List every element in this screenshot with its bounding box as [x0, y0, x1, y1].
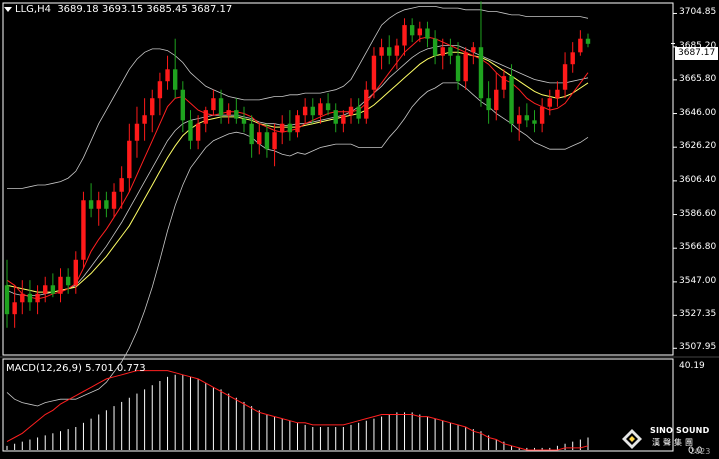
price-tick-label: 3527.35 [679, 309, 717, 320]
candle-body [50, 285, 56, 294]
price-tick-label: 3507.95 [679, 342, 717, 353]
candle-body [4, 285, 10, 315]
macd-label: MACD(12,26,9) 5.701 0.773 [6, 363, 146, 374]
candle-body [341, 115, 346, 124]
dropdown-triangle-icon[interactable] [4, 6, 12, 12]
candle-body [73, 259, 79, 286]
candle-body [218, 98, 224, 116]
candle [81, 191, 86, 269]
candle-body [35, 293, 40, 303]
chart-background [0, 0, 719, 459]
candle-body [157, 81, 163, 99]
candle-body [516, 115, 522, 124]
candle-body [264, 132, 270, 150]
ohlc-readout: 3689.18 3693.15 3685.45 3687.17 [57, 4, 233, 15]
price-tick-label: 3665.80 [679, 73, 717, 84]
candle-body [43, 285, 48, 294]
price-tick-label: 3646.00 [679, 107, 717, 118]
candle-body [142, 115, 147, 124]
candle-body [172, 69, 178, 90]
candle-body [211, 98, 216, 111]
candle-body [134, 123, 140, 141]
candle-body [478, 47, 484, 99]
candle-body [570, 52, 575, 65]
candle-body [226, 110, 231, 116]
macd-top-value: 40.19 [679, 361, 705, 371]
candle-body [58, 276, 63, 294]
candle-body [501, 76, 507, 90]
candle-body [165, 69, 170, 82]
candle-body [425, 28, 430, 39]
candle-body [486, 98, 491, 111]
candle-body [371, 55, 377, 90]
candle-body [203, 110, 208, 124]
candle-body [463, 52, 468, 82]
candle-body [88, 200, 94, 209]
price-tick-label: 3606.40 [679, 174, 717, 185]
candle-body [402, 25, 407, 46]
candle-body [494, 89, 499, 111]
logo-title: SINO SOUND [650, 426, 710, 435]
candle-body [379, 47, 384, 56]
price-tick-label: 3566.80 [679, 242, 717, 253]
candle-body [578, 38, 583, 53]
candle-body [302, 106, 308, 116]
date-axis-label: 2023 [690, 447, 711, 456]
candle-body [20, 293, 25, 303]
candle-body [364, 89, 369, 119]
candle-body [585, 38, 591, 44]
candle-body [111, 191, 117, 209]
candle-body [119, 178, 124, 192]
trading-chart[interactable] [0, 0, 719, 459]
candle-body [409, 25, 415, 36]
price-tick-label: 3626.20 [679, 141, 717, 152]
price-tick-label: 3704.85 [679, 7, 717, 18]
candle-body [287, 123, 293, 133]
candle-body [417, 28, 423, 36]
candle-body [318, 103, 323, 116]
candle-body [241, 118, 247, 124]
candle-body [547, 98, 552, 107]
candle-body [257, 132, 262, 145]
chart-header: LLG,H4 3689.18 3693.15 3685.45 3687.17 [4, 4, 232, 15]
candle-body [12, 302, 17, 315]
candle-body [555, 89, 560, 99]
candle-body [356, 106, 361, 119]
candle-body [188, 120, 193, 141]
candle-body [127, 140, 132, 179]
candle-body [394, 45, 400, 56]
candle-body [539, 106, 545, 124]
symbol-label: LLG,H4 [15, 4, 51, 15]
price-tick-label: 3547.00 [679, 275, 717, 286]
candle-body [280, 123, 285, 133]
candle-body [471, 47, 476, 53]
candle-body [562, 64, 568, 90]
candle-body [448, 47, 453, 56]
candle-body [150, 98, 155, 116]
candle-body [249, 123, 254, 145]
candle-body [195, 123, 201, 141]
current-price-box: 3687.17 [675, 47, 718, 60]
candle-body [348, 106, 354, 116]
candle-body [333, 110, 338, 124]
candle-body [234, 110, 239, 119]
candle-body [96, 200, 101, 209]
candle-body [295, 115, 300, 133]
candle-body [455, 55, 461, 82]
candle-body [310, 106, 315, 116]
candle-body [440, 47, 445, 56]
candle-body [65, 276, 71, 286]
candle-body [387, 47, 392, 56]
candle-body [509, 76, 514, 124]
candle-body [27, 293, 33, 303]
candle-body [432, 38, 438, 56]
candle-body [104, 200, 109, 209]
candle-body [272, 132, 277, 150]
candle-body [81, 200, 86, 260]
candle-body [180, 89, 186, 121]
candle-body [524, 115, 530, 121]
candle-body [325, 103, 331, 111]
price-tick-label: 3586.60 [679, 208, 717, 219]
candle-body [532, 120, 537, 124]
